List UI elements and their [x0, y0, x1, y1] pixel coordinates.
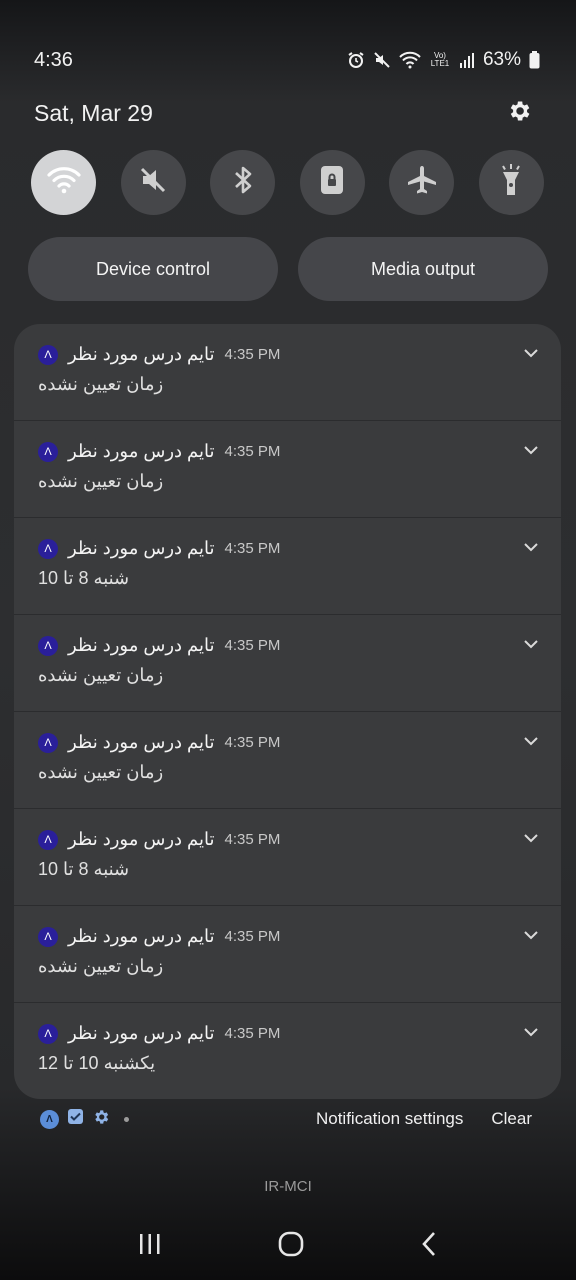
- notification-title: تایم درس مورد نظر: [68, 829, 215, 849]
- notification-title: تایم درس مورد نظر: [68, 635, 215, 655]
- home-icon[interactable]: [277, 1230, 305, 1263]
- notification-body: زمان تعیین نشده: [38, 374, 164, 394]
- app-icon: Λ: [38, 635, 58, 656]
- app-icon: Λ: [38, 829, 58, 850]
- mute-icon: [137, 164, 169, 201]
- notification-title: تایم درس مورد نظر: [68, 732, 215, 752]
- notification-item[interactable]: Λ تایم درس مورد نظر 4:35 PM زمان تعیین ن…: [14, 615, 561, 712]
- media-output-button[interactable]: Media output: [298, 237, 548, 301]
- notification-title: تایم درس مورد نظر: [68, 538, 215, 558]
- chevron-down-icon[interactable]: [523, 831, 539, 849]
- status-bar: 4:36 Vo) LTE1 63%: [34, 46, 540, 74]
- airplane-mode-tile[interactable]: [389, 150, 455, 215]
- chevron-down-icon[interactable]: [523, 1025, 539, 1043]
- rotation-lock-icon: [317, 164, 347, 201]
- mute-icon: [373, 51, 391, 69]
- notification-body: زمان تعیین نشده: [38, 956, 164, 976]
- bluetooth-tile[interactable]: [210, 150, 276, 215]
- notification-item[interactable]: Λ تایم درس مورد نظر 4:35 PM یکشنبه 10 تا…: [14, 1003, 561, 1099]
- notification-time: 4:35 PM: [224, 1025, 281, 1042]
- app-icon: Λ: [38, 732, 58, 753]
- navigation-bar: [0, 1212, 576, 1280]
- alarm-icon: [347, 51, 365, 69]
- carrier-label: IR-MCI: [264, 1178, 312, 1195]
- notification-title: تایم درس مورد نظر: [68, 1023, 215, 1043]
- app-icon: Λ: [38, 344, 58, 365]
- settings-gear-icon[interactable]: [506, 98, 532, 129]
- notification-settings-button[interactable]: Notification settings: [316, 1109, 463, 1129]
- app-icon: Λ: [38, 926, 58, 947]
- quick-settings-tiles: [31, 150, 544, 215]
- sound-tile[interactable]: [120, 150, 186, 215]
- notification-body: شنبه 8 تا 10: [38, 859, 130, 879]
- app-icon: Λ: [40, 1109, 59, 1129]
- checkbox-app-icon: [67, 1108, 84, 1130]
- notification-time: 4:35 PM: [224, 540, 281, 557]
- notification-body: زمان تعیین نشده: [38, 762, 164, 782]
- flashlight-icon: [496, 163, 526, 202]
- notification-body: یکشنبه 10 تا 12: [38, 1053, 156, 1073]
- chevron-down-icon[interactable]: [523, 734, 539, 752]
- notification-item[interactable]: Λ تایم درس مورد نظر 4:35 PM زمان تعیین ن…: [14, 421, 561, 518]
- notification-title: تایم درس مورد نظر: [68, 926, 215, 946]
- notification-footer: Λ Notification settings Clear: [40, 1104, 532, 1134]
- control-pills: Device control Media output: [28, 237, 548, 301]
- volte-icon: Vo) LTE1: [430, 51, 450, 68]
- settings-app-icon: [92, 1108, 110, 1131]
- more-dot-icon: [124, 1116, 129, 1122]
- footer-app-icons: Λ: [40, 1108, 129, 1131]
- wifi-tile[interactable]: [31, 150, 96, 215]
- back-icon[interactable]: [419, 1230, 439, 1263]
- recents-icon[interactable]: [137, 1232, 163, 1261]
- app-icon: Λ: [38, 538, 58, 559]
- app-icon: Λ: [38, 441, 58, 462]
- bluetooth-icon: [228, 164, 258, 201]
- status-time: 4:36: [34, 48, 73, 71]
- chevron-down-icon[interactable]: [523, 928, 539, 946]
- clear-button[interactable]: Clear: [491, 1109, 532, 1129]
- rotation-lock-tile[interactable]: [299, 150, 365, 215]
- notification-item[interactable]: Λ تایم درس مورد نظر 4:35 PM زمان تعیین ن…: [14, 324, 561, 421]
- notification-body: زمان تعیین نشده: [38, 471, 164, 491]
- flashlight-tile[interactable]: [478, 150, 544, 215]
- chevron-down-icon[interactable]: [523, 443, 539, 461]
- chevron-down-icon[interactable]: [523, 637, 539, 655]
- battery-percent: 63%: [482, 49, 521, 70]
- date-row: Sat, Mar 29: [34, 98, 532, 129]
- notification-time: 4:35 PM: [224, 346, 281, 363]
- notification-item[interactable]: Λ تایم درس مورد نظر 4:35 PM زمان تعیین ن…: [14, 712, 561, 809]
- chevron-down-icon[interactable]: [523, 346, 539, 364]
- notification-list: Λ تایم درس مورد نظر 4:35 PM زمان تعیین ن…: [14, 324, 561, 1099]
- airplane-icon: [405, 164, 439, 201]
- notification-item[interactable]: Λ تایم درس مورد نظر 4:35 PM زمان تعیین ن…: [14, 906, 561, 1003]
- notification-time: 4:35 PM: [224, 831, 281, 848]
- status-icons: Vo) LTE1 63%: [347, 49, 540, 71]
- notification-title: تایم درس مورد نظر: [68, 344, 215, 364]
- date-label: Sat, Mar 29: [34, 100, 153, 126]
- notification-title: تایم درس مورد نظر: [68, 441, 215, 461]
- chevron-down-icon[interactable]: [523, 540, 539, 558]
- notification-item[interactable]: Λ تایم درس مورد نظر 4:35 PM شنبه 8 تا 10: [14, 518, 561, 615]
- signal-icon: [459, 52, 475, 68]
- notification-body: زمان تعیین نشده: [38, 665, 164, 685]
- battery-icon: [529, 51, 540, 69]
- notification-time: 4:35 PM: [224, 443, 281, 460]
- notification-time: 4:35 PM: [224, 928, 281, 945]
- device-control-button[interactable]: Device control: [28, 237, 278, 301]
- wifi-icon: [399, 51, 421, 69]
- app-icon: Λ: [38, 1023, 58, 1044]
- wifi-icon: [46, 166, 81, 199]
- notification-time: 4:35 PM: [224, 637, 281, 654]
- notification-item[interactable]: Λ تایم درس مورد نظر 4:35 PM شنبه 8 تا 10: [14, 809, 561, 906]
- notification-time: 4:35 PM: [224, 734, 281, 751]
- notification-body: شنبه 8 تا 10: [38, 568, 130, 588]
